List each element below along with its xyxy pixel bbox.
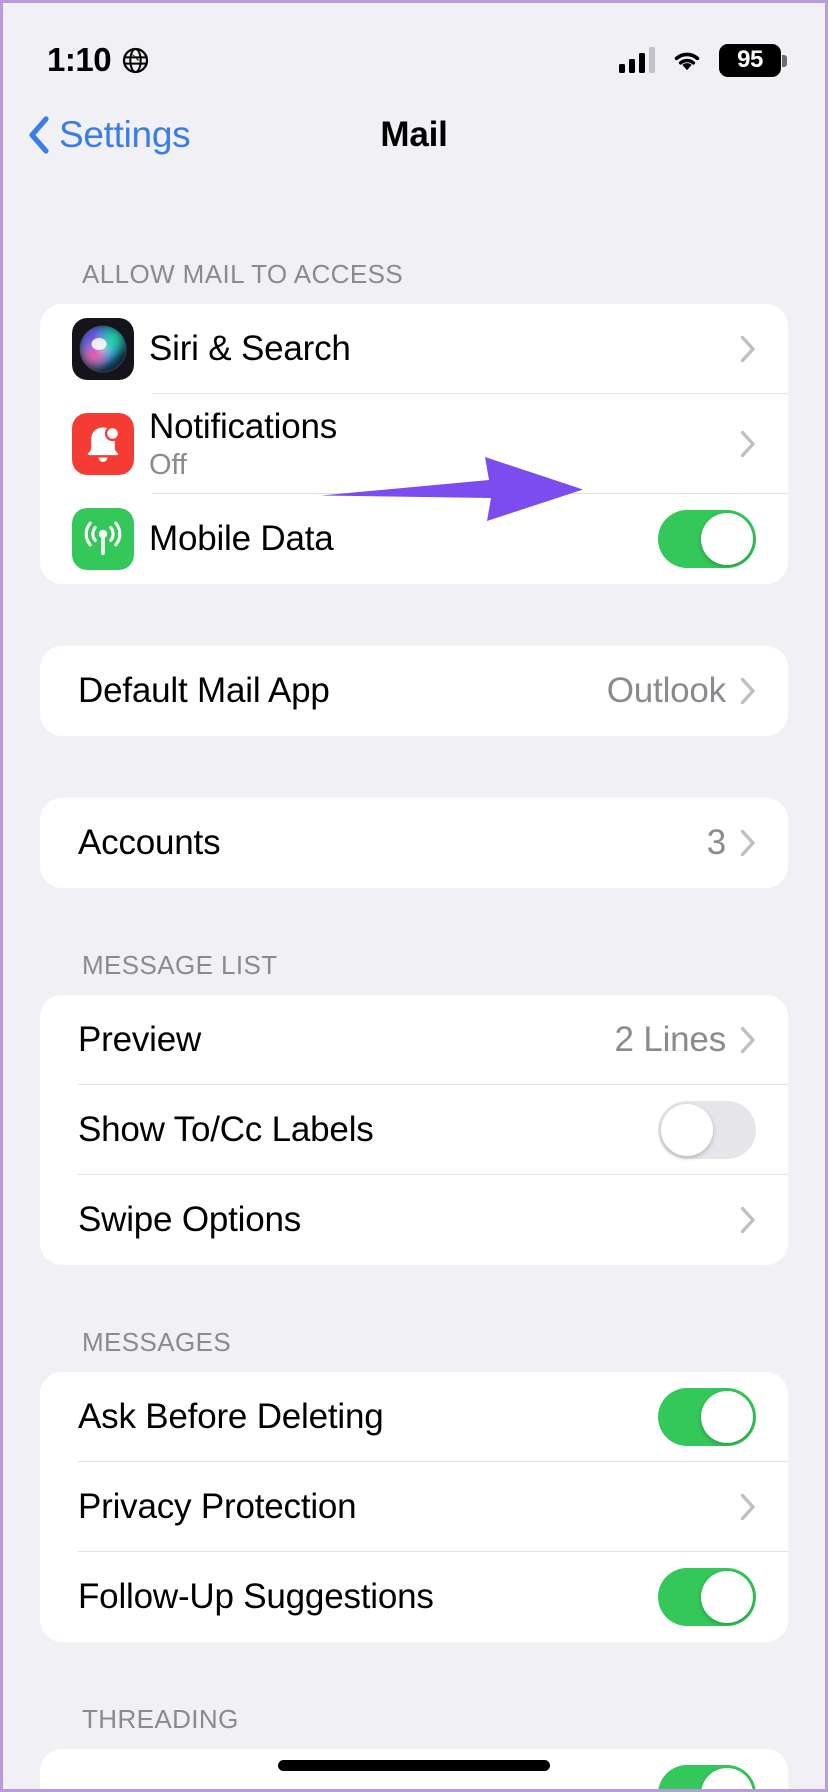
section-header-messages: MESSAGES xyxy=(82,1327,232,1357)
row-show-to-cc-labels[interactable]: Show To/Cc Labels xyxy=(40,1085,788,1175)
row-label: Siri & Search xyxy=(149,329,351,369)
row-label: Follow-Up Suggestions xyxy=(78,1577,434,1617)
row-ask-before-deleting[interactable]: Ask Before Deleting xyxy=(40,1372,788,1462)
row-text: Default Mail App xyxy=(78,670,607,711)
row-value: 2 Lines xyxy=(614,1020,727,1059)
row-sublabel: Off xyxy=(149,449,187,482)
status-bar-right: 95 xyxy=(618,43,787,77)
section-header-message-list: MESSAGE LIST xyxy=(82,950,278,980)
status-bar-time: 1:10 xyxy=(47,41,112,78)
battery-level-text: 95 xyxy=(737,46,763,73)
battery-indicator: 95 xyxy=(719,43,787,77)
row-text: Preview xyxy=(78,1019,615,1060)
row-privacy-protection[interactable]: Privacy Protection xyxy=(40,1462,788,1552)
globe-icon xyxy=(122,47,149,74)
toggle-knob xyxy=(661,1104,713,1156)
settings-list: ALLOW MAIL TO ACCESS Siri & Search Notif… xyxy=(3,175,825,1789)
row-text: Privacy Protection xyxy=(78,1486,740,1527)
row-value: Outlook xyxy=(606,671,726,710)
chevron-right-icon xyxy=(740,335,756,363)
section-message-list: Preview 2 Lines Show To/Cc Labels Swipe … xyxy=(40,995,788,1265)
row-mobile-data[interactable]: Mobile Data xyxy=(40,494,788,584)
row-label: Show To/Cc Labels xyxy=(78,1110,374,1150)
chevron-left-icon xyxy=(27,116,49,154)
chevron-right-icon xyxy=(740,1026,756,1054)
row-siri-and-search[interactable]: Siri & Search xyxy=(40,304,788,394)
row-notifications[interactable]: Notifications Off xyxy=(40,394,788,494)
toggle-knob xyxy=(701,1768,753,1789)
chevron-right-icon xyxy=(740,829,756,857)
back-button-label: Settings xyxy=(59,114,191,155)
chevron-right-icon xyxy=(740,1493,756,1521)
section-allow-mail-to-access: Siri & Search Notifications Off Mobile D… xyxy=(40,304,788,584)
row-text: Notifications Off xyxy=(149,406,740,482)
row-default-mail-app[interactable]: Default Mail App Outlook xyxy=(40,646,788,736)
toggle-knob xyxy=(701,513,753,565)
status-bar-left: 1:10 xyxy=(47,41,149,79)
row-text: Mobile Data xyxy=(149,518,658,559)
notifications-bell-icon xyxy=(72,413,134,475)
row-swipe-options[interactable]: Swipe Options xyxy=(40,1175,788,1265)
toggle-knob xyxy=(701,1391,753,1443)
toggle-mobile-data[interactable] xyxy=(658,510,756,568)
navigation-bar: Settings Mail xyxy=(3,95,825,175)
section-header-allow-mail-to-access: ALLOW MAIL TO ACCESS xyxy=(82,259,404,289)
row-label: Accounts xyxy=(78,823,221,863)
chevron-right-icon xyxy=(740,1206,756,1234)
section-messages: Ask Before Deleting Privacy Protection F… xyxy=(40,1372,788,1642)
row-text: Ask Before Deleting xyxy=(78,1396,658,1437)
cellular-signal-icon xyxy=(618,47,655,73)
row-label: Notifications xyxy=(149,406,338,446)
row-value: 3 xyxy=(706,823,726,862)
row-text: Swipe Options xyxy=(78,1199,740,1240)
wifi-icon xyxy=(670,47,704,73)
back-button[interactable]: Settings xyxy=(27,114,191,156)
toggle-show-to-cc-labels[interactable] xyxy=(658,1101,756,1159)
home-indicator xyxy=(278,1760,550,1771)
toggle-knob xyxy=(701,1571,753,1623)
section-header-threading: THREADING xyxy=(82,1704,239,1734)
status-bar: 1:10 95 xyxy=(3,3,825,95)
row-text: Show To/Cc Labels xyxy=(78,1109,658,1150)
row-follow-up-suggestions[interactable]: Follow-Up Suggestions xyxy=(40,1552,788,1642)
section-accounts: Accounts 3 xyxy=(40,798,788,888)
toggle-threading-partial[interactable] xyxy=(658,1765,756,1789)
row-label: Preview xyxy=(78,1020,202,1060)
row-accounts[interactable]: Accounts 3 xyxy=(40,798,788,888)
chevron-right-icon xyxy=(740,430,756,458)
toggle-ask-before-deleting[interactable] xyxy=(658,1388,756,1446)
row-label: Mobile Data xyxy=(149,519,334,559)
row-label: Privacy Protection xyxy=(78,1487,357,1527)
toggle-follow-up-suggestions[interactable] xyxy=(658,1568,756,1626)
siri-icon xyxy=(72,318,134,380)
chevron-right-icon xyxy=(740,677,756,705)
row-label: Ask Before Deleting xyxy=(78,1397,384,1437)
cellular-antenna-icon xyxy=(72,508,134,570)
row-label: Swipe Options xyxy=(78,1200,302,1240)
row-label: Default Mail App xyxy=(78,671,330,711)
row-text: Accounts xyxy=(78,822,707,863)
row-text: Siri & Search xyxy=(149,328,740,369)
iphone-screen: 1:10 95 Settings Mail ALLOW MAIL TO ACCE… xyxy=(0,0,828,1792)
row-text: Follow-Up Suggestions xyxy=(78,1576,658,1617)
row-preview[interactable]: Preview 2 Lines xyxy=(40,995,788,1085)
section-default-mail-app: Default Mail App Outlook xyxy=(40,646,788,736)
